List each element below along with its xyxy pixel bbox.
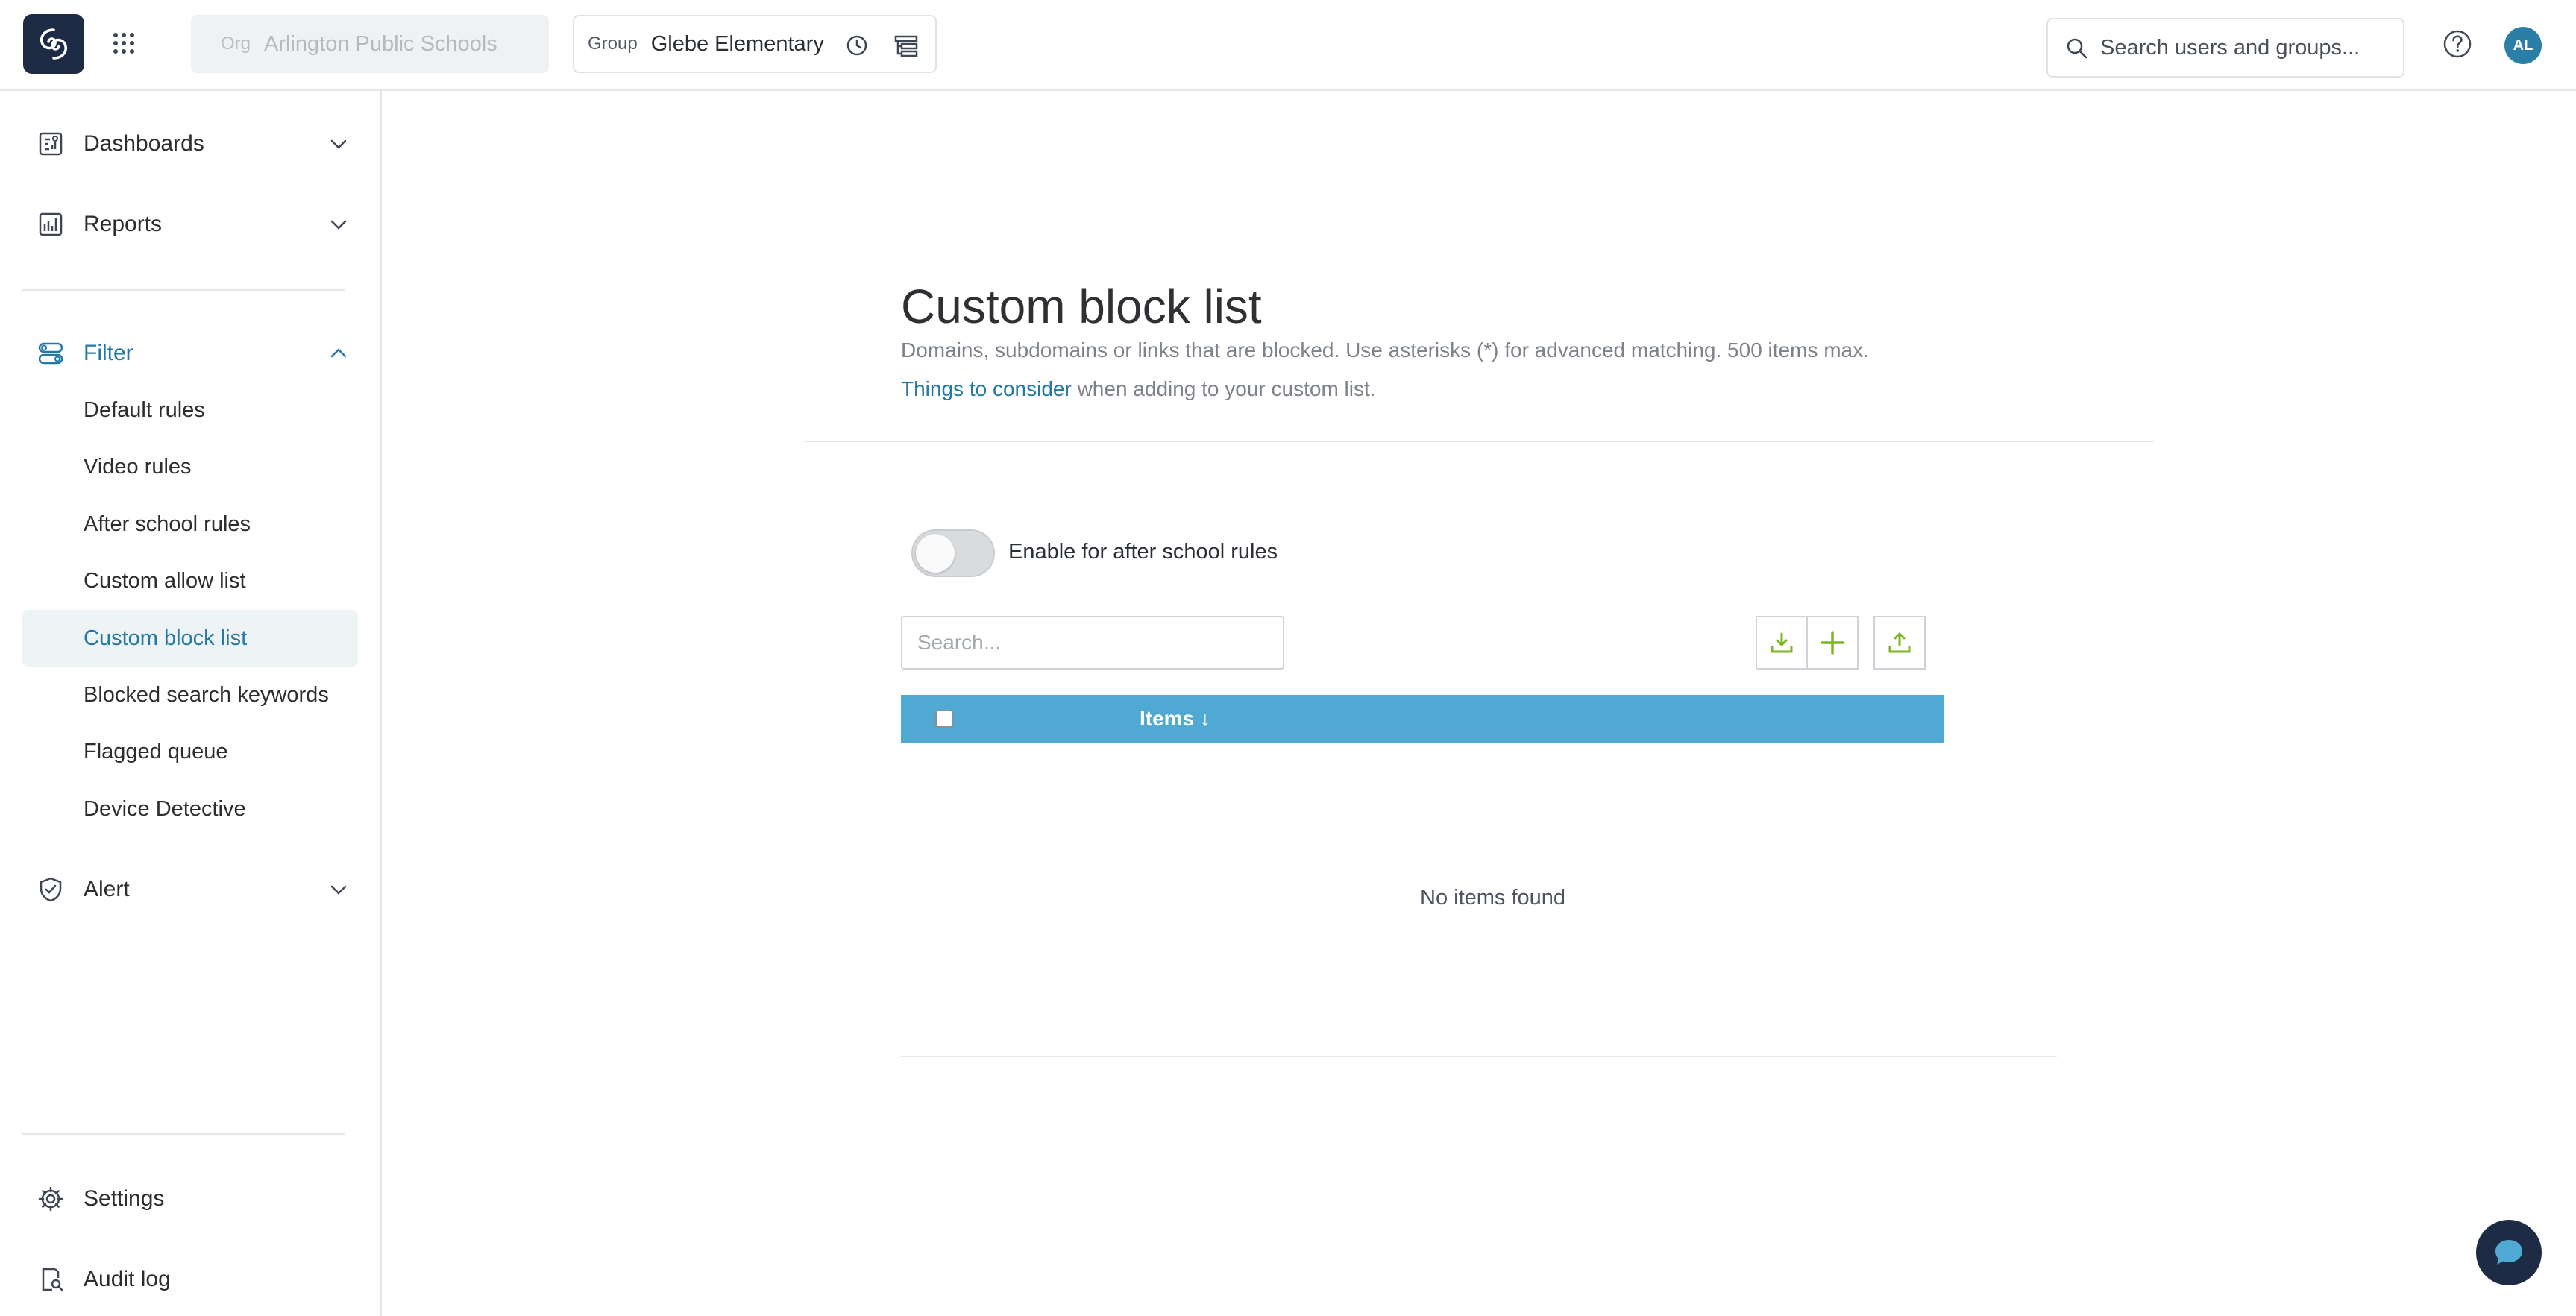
page-hint: Things to consider when adding to your c… xyxy=(901,377,1376,401)
export-icon xyxy=(1888,632,1911,653)
sidebar-item-dashboards[interactable]: Dashboards xyxy=(22,114,359,174)
apps-grid-icon[interactable] xyxy=(110,30,137,57)
sidebar-item-label: Dashboards xyxy=(84,131,204,156)
main-content: Custom block list Domains, subdomains or… xyxy=(383,92,2576,1316)
chevron-down-icon xyxy=(330,220,347,230)
sidebar-item-flagged-queue[interactable]: Flagged queue xyxy=(22,723,358,780)
sidebar-item-after-school-rules[interactable]: After school rules xyxy=(22,496,358,552)
app-logo[interactable] xyxy=(23,14,84,74)
reports-chart-icon xyxy=(39,212,63,236)
chevron-down-icon xyxy=(330,885,347,895)
toggle-knob xyxy=(916,534,955,573)
page-hint-text: when adding to your custom list. xyxy=(1071,377,1376,400)
app-root: Org Arlington Public Schools Group Glebe… xyxy=(0,0,2576,1316)
chat-support-button[interactable] xyxy=(2476,1220,2542,1285)
search-icon xyxy=(2067,38,2087,59)
sidebar-item-label: Filter xyxy=(84,341,133,365)
sidebar-item-custom-allow-list[interactable]: Custom allow list xyxy=(22,552,358,609)
section-divider xyxy=(804,441,2154,442)
sidebar-item-settings[interactable]: Settings xyxy=(22,1169,359,1229)
org-label: Org xyxy=(221,34,251,54)
sidebar-item-label: Alert xyxy=(84,877,130,901)
sidebar-divider xyxy=(22,1133,345,1135)
sidebar-item-reports[interactable]: Reports xyxy=(22,195,359,254)
sidebar-item-alert[interactable]: Alert xyxy=(22,860,359,919)
help-icon[interactable] xyxy=(2442,28,2473,60)
group-tree-icon[interactable] xyxy=(893,33,919,58)
import-button[interactable] xyxy=(1756,616,1808,670)
things-to-consider-link[interactable]: Things to consider xyxy=(901,377,1072,400)
audit-log-icon xyxy=(42,1268,63,1291)
table-header: Items ↓ xyxy=(901,695,1944,743)
toggle-label: Enable for after school rules xyxy=(1008,540,1278,564)
group-label: Group xyxy=(588,34,638,54)
empty-state-message: No items found xyxy=(1420,886,1566,910)
global-search-input[interactable] xyxy=(2100,35,2384,60)
sidebar-item-label: Settings xyxy=(84,1186,165,1211)
sidebar-divider xyxy=(22,289,345,291)
sidebar: Dashboards Reports Filter Default rules … xyxy=(0,91,382,1316)
group-value: Glebe Elementary xyxy=(650,31,824,56)
plus-icon xyxy=(1821,631,1844,655)
chevron-down-icon xyxy=(330,139,347,149)
logo-icon xyxy=(40,28,67,60)
after-school-toggle[interactable] xyxy=(911,529,995,577)
group-selector[interactable]: Group Glebe Elementary xyxy=(573,15,937,73)
top-bar: Org Arlington Public Schools Group Glebe… xyxy=(0,0,2576,91)
sidebar-item-custom-block-list[interactable]: Custom block list xyxy=(22,610,358,667)
items-column-header[interactable]: Items ↓ xyxy=(1140,707,1210,731)
filter-toggle-icon xyxy=(38,342,63,365)
import-icon xyxy=(1771,632,1793,653)
sidebar-item-filter[interactable]: Filter xyxy=(22,324,359,383)
export-button[interactable] xyxy=(1873,616,1926,670)
sidebar-item-video-rules[interactable]: Video rules xyxy=(22,438,358,495)
chevron-up-icon xyxy=(330,348,347,358)
alert-shield-icon xyxy=(40,877,62,902)
table-footer-divider xyxy=(901,1056,2057,1057)
org-value: Arlington Public Schools xyxy=(264,31,497,56)
sidebar-item-device-detective[interactable]: Device Detective xyxy=(22,781,358,837)
history-clock-icon[interactable] xyxy=(844,33,870,58)
page-description: Domains, subdomains or links that are bl… xyxy=(901,339,1869,362)
sidebar-item-audit-log[interactable]: Audit log xyxy=(22,1250,359,1309)
sidebar-item-label: Reports xyxy=(84,212,163,236)
sidebar-item-blocked-search-keywords[interactable]: Blocked search keywords xyxy=(22,667,358,723)
global-search[interactable] xyxy=(2046,18,2404,78)
chat-bubble-icon xyxy=(2495,1240,2522,1265)
dashboard-icon xyxy=(39,132,63,156)
sidebar-item-default-rules[interactable]: Default rules xyxy=(22,382,358,438)
user-avatar[interactable]: AL xyxy=(2504,27,2542,64)
list-search-input[interactable] xyxy=(901,616,1284,670)
gear-icon xyxy=(38,1186,63,1212)
org-selector[interactable]: Org Arlington Public Schools xyxy=(191,15,549,73)
select-all-checkbox[interactable] xyxy=(935,710,953,728)
sidebar-item-label: Audit log xyxy=(84,1267,171,1291)
page-title: Custom block list xyxy=(901,280,1262,333)
add-item-button[interactable] xyxy=(1806,616,1859,670)
